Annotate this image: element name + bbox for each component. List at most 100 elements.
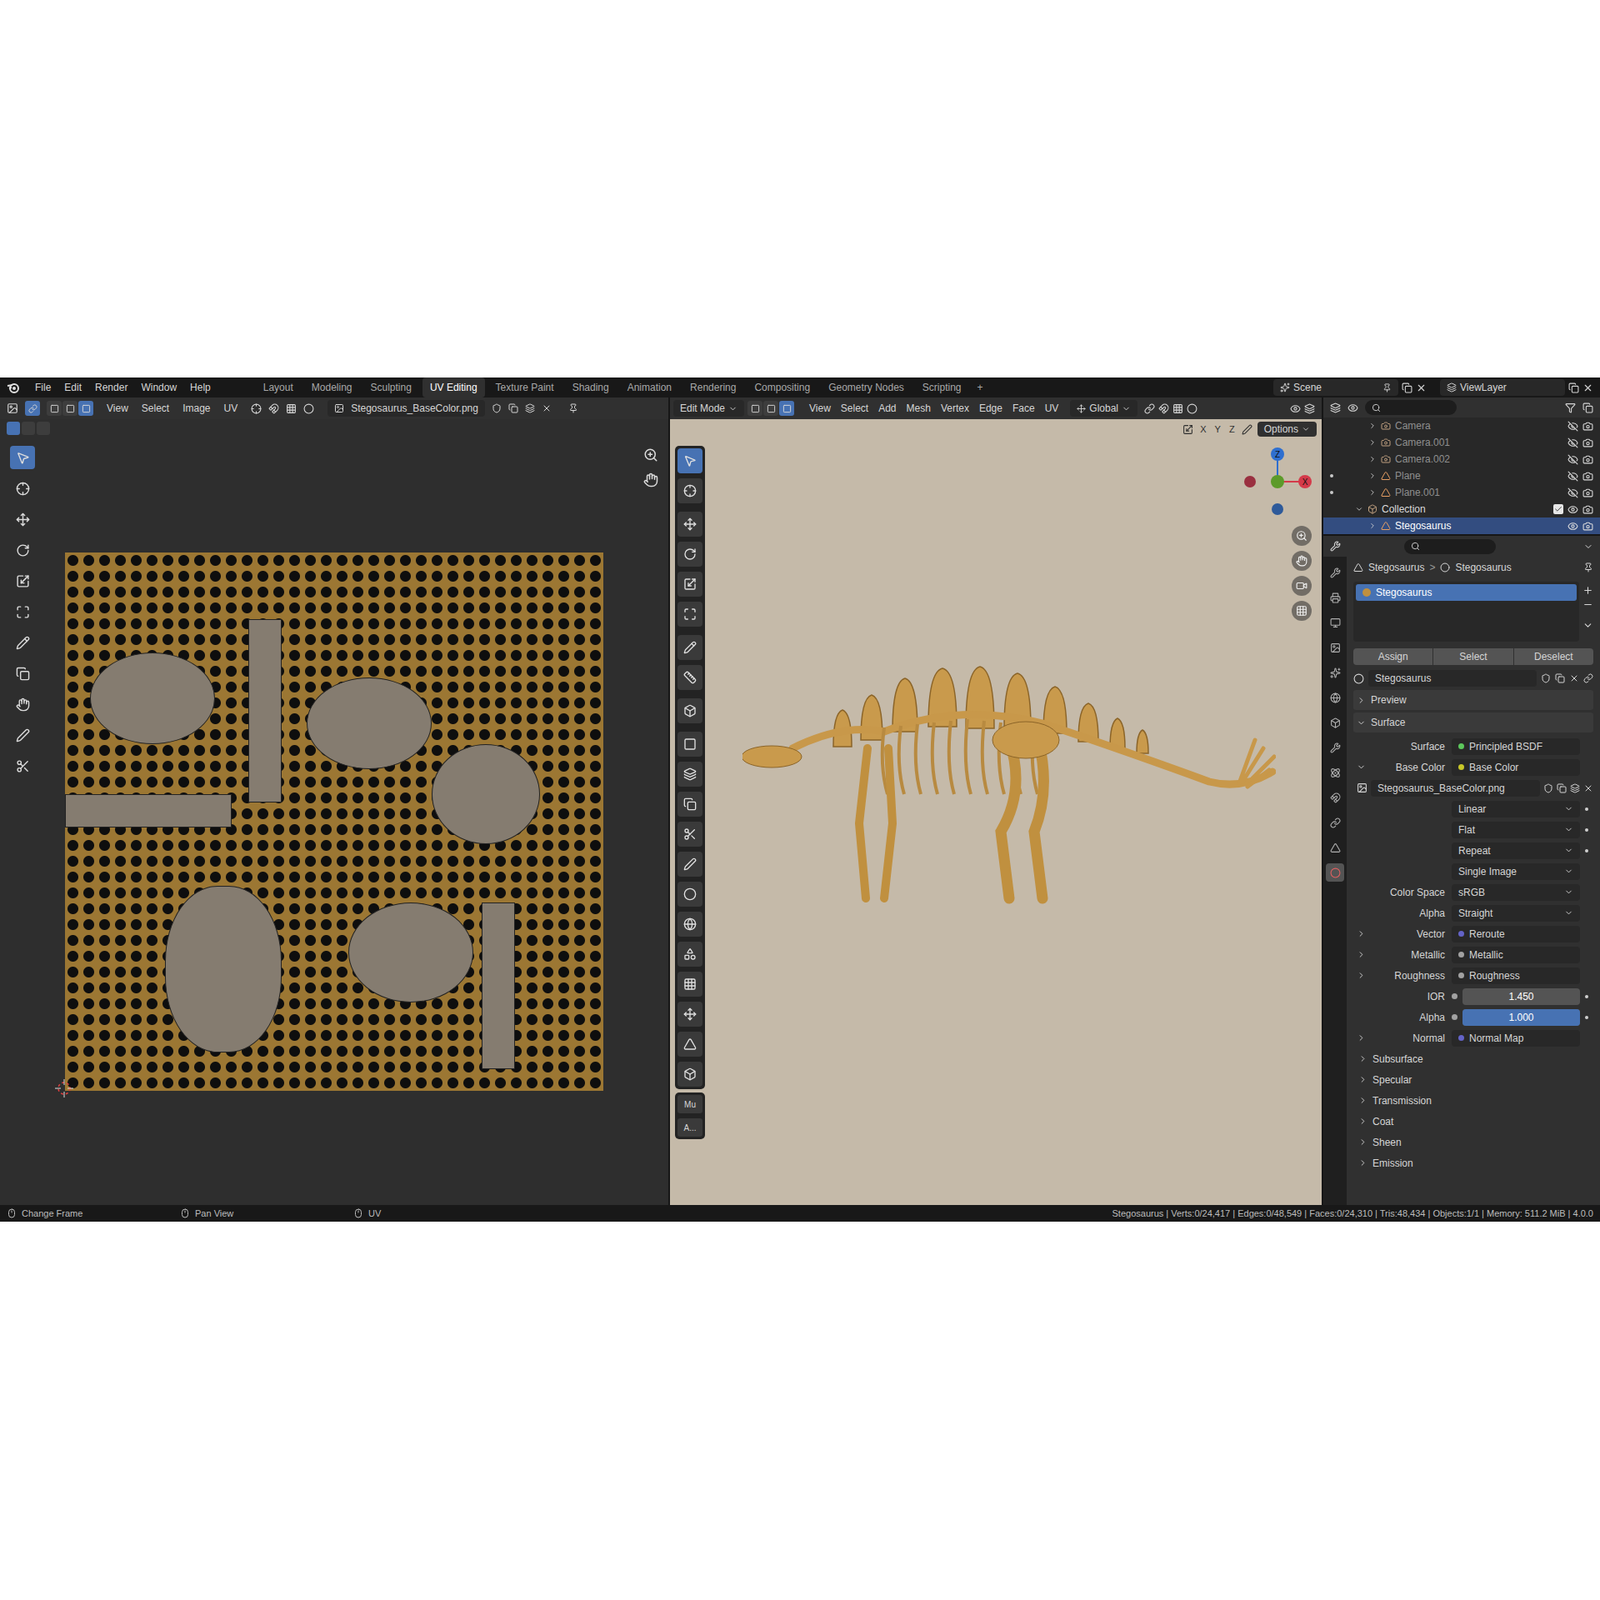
- subpanel-header[interactable]: Coat: [1353, 1110, 1594, 1132]
- data-tab[interactable]: [1325, 838, 1345, 857]
- select-mode-button[interactable]: [62, 400, 78, 416]
- menu-item[interactable]: Help: [185, 380, 216, 395]
- subpanel-header[interactable]: Subsurface: [1353, 1048, 1594, 1070]
- menu-item[interactable]: Face: [1007, 400, 1040, 416]
- workspace-tab[interactable]: Animation: [620, 377, 680, 398]
- select-mode-button[interactable]: [763, 400, 779, 416]
- outliner-row[interactable]: Camera.001: [1323, 434, 1600, 451]
- number-slider[interactable]: 1.450: [1462, 988, 1580, 1005]
- dropdown-field[interactable]: Straight: [1451, 905, 1580, 922]
- edit-mode-dot[interactable]: [1330, 474, 1334, 478]
- tool-inset[interactable]: [677, 761, 703, 787]
- slot-button[interactable]: Select: [1433, 648, 1513, 665]
- outliner-row[interactable]: Collection: [1323, 500, 1600, 518]
- menu-item[interactable]: Select: [135, 400, 176, 416]
- tool-cursor[interactable]: [10, 476, 35, 500]
- tool-shear[interactable]: [677, 1031, 703, 1057]
- workspace-tab[interactable]: Rendering: [682, 377, 744, 398]
- workspace-tab[interactable]: UV Editing: [422, 377, 485, 398]
- world-tab[interactable]: [1325, 688, 1345, 707]
- menu-item[interactable]: View: [100, 400, 135, 416]
- viewport-canvas[interactable]: XYZOptionsMuA...ZX: [670, 419, 1322, 1205]
- animate-property-dot[interactable]: [1585, 1015, 1589, 1020]
- properties-search[interactable]: [1404, 539, 1496, 555]
- tool-measure[interactable]: [677, 665, 703, 690]
- menu-item[interactable]: Image: [175, 400, 217, 416]
- dropdown-field[interactable]: Repeat: [1451, 842, 1580, 860]
- material-name-field[interactable]: Stegosaurus: [1368, 670, 1537, 687]
- slot-button[interactable]: Deselect: [1514, 648, 1594, 665]
- tool-rip[interactable]: [677, 1061, 703, 1087]
- workspace-tab[interactable]: Scripting: [915, 377, 970, 398]
- uv-sync-button[interactable]: [25, 400, 40, 416]
- tool-transform[interactable]: [677, 601, 703, 627]
- subpanel-header[interactable]: Sheen: [1353, 1131, 1594, 1153]
- tool-select[interactable]: [10, 445, 35, 470]
- subpanel-header[interactable]: Specular: [1353, 1069, 1594, 1090]
- slot-button[interactable]: Assign: [1353, 648, 1433, 665]
- menu-item[interactable]: View: [804, 400, 836, 416]
- select-mode-button[interactable]: [779, 400, 795, 416]
- edit-mode-dot[interactable]: [1330, 490, 1334, 495]
- tool-move[interactable]: [10, 507, 35, 531]
- tool-poly-build[interactable]: [677, 881, 703, 907]
- tool-scale[interactable]: [10, 569, 35, 593]
- tool-pinch[interactable]: [10, 754, 35, 778]
- image-field[interactable]: Stegosaurus_BaseColor.png: [1370, 780, 1540, 797]
- menu-item[interactable]: Select: [835, 400, 874, 416]
- tool-spin[interactable]: [677, 911, 703, 937]
- render-tab[interactable]: [1325, 588, 1345, 607]
- scene-selector[interactable]: Scene: [1273, 379, 1399, 396]
- tool-tab[interactable]: [1325, 563, 1345, 582]
- animate-property-dot[interactable]: [1585, 995, 1589, 999]
- physics-tab[interactable]: [1325, 788, 1345, 807]
- outliner-row[interactable]: Camera: [1323, 417, 1600, 435]
- animate-property-dot[interactable]: [1585, 828, 1589, 832]
- menu-item[interactable]: File: [30, 380, 56, 395]
- mode-selector[interactable]: Edit Mode: [673, 400, 745, 417]
- menu-item[interactable]: UV: [1040, 400, 1065, 416]
- mirror-axis-toggle[interactable]: X: [1198, 422, 1208, 437]
- mirror-axis-toggle[interactable]: Z: [1227, 422, 1237, 437]
- tool-scale[interactable]: [677, 571, 703, 597]
- uv-canvas[interactable]: [0, 437, 669, 1205]
- workspace-tab[interactable]: Shading: [565, 377, 617, 398]
- panel-header[interactable]: Preview: [1353, 690, 1594, 710]
- outliner-row[interactable]: Stegosaurus: [1323, 517, 1600, 535]
- menu-item[interactable]: UV: [217, 400, 245, 416]
- number-slider[interactable]: 1.000: [1462, 1009, 1580, 1026]
- scene-tab[interactable]: [1325, 663, 1345, 682]
- menu-item[interactable]: Edit: [59, 380, 87, 395]
- object-tab[interactable]: [1325, 713, 1345, 732]
- image-selector[interactable]: Stegosaurus_BaseColor.png: [327, 400, 485, 417]
- socket-link-field[interactable]: Base Color: [1451, 759, 1580, 776]
- outliner-row[interactable]: Plane: [1323, 467, 1600, 485]
- tool-relax[interactable]: [10, 723, 35, 747]
- view-layer-selector[interactable]: ViewLayer: [1440, 379, 1565, 396]
- subpanel-header[interactable]: Emission: [1353, 1152, 1594, 1174]
- tool-knife[interactable]: [677, 851, 703, 877]
- tool-grab[interactable]: [10, 692, 35, 716]
- menu-item[interactable]: Add: [873, 400, 901, 416]
- tool-transform[interactable]: [10, 600, 35, 624]
- animate-property-dot[interactable]: [1585, 807, 1589, 811]
- tool-annotate[interactable]: [10, 630, 35, 655]
- dropdown-field[interactable]: Single Image: [1451, 863, 1580, 880]
- exclude-checkbox[interactable]: [1553, 504, 1564, 515]
- options-dropdown[interactable]: Options: [1257, 421, 1317, 437]
- modifiers-tab[interactable]: [1325, 738, 1345, 757]
- workspace-tab[interactable]: Geometry Nodes: [820, 377, 912, 398]
- outliner-search[interactable]: [1365, 400, 1457, 415]
- workspace-tab[interactable]: Sculpting: [363, 377, 420, 398]
- selection-mode-subtract[interactable]: [36, 421, 50, 435]
- navigation-button[interactable]: [1291, 575, 1312, 596]
- select-mode-button[interactable]: [46, 400, 62, 416]
- mirror-axis-toggle[interactable]: Y: [1213, 422, 1223, 437]
- tool-shrink[interactable]: [677, 1001, 703, 1027]
- panel-header[interactable]: Surface: [1353, 712, 1594, 733]
- animate-property-dot[interactable]: [1585, 849, 1589, 853]
- constraints-tab[interactable]: [1325, 813, 1345, 832]
- tool-rotate[interactable]: [677, 541, 703, 567]
- stegosaurus-model[interactable]: [742, 623, 1276, 907]
- select-mode-button[interactable]: [78, 400, 94, 416]
